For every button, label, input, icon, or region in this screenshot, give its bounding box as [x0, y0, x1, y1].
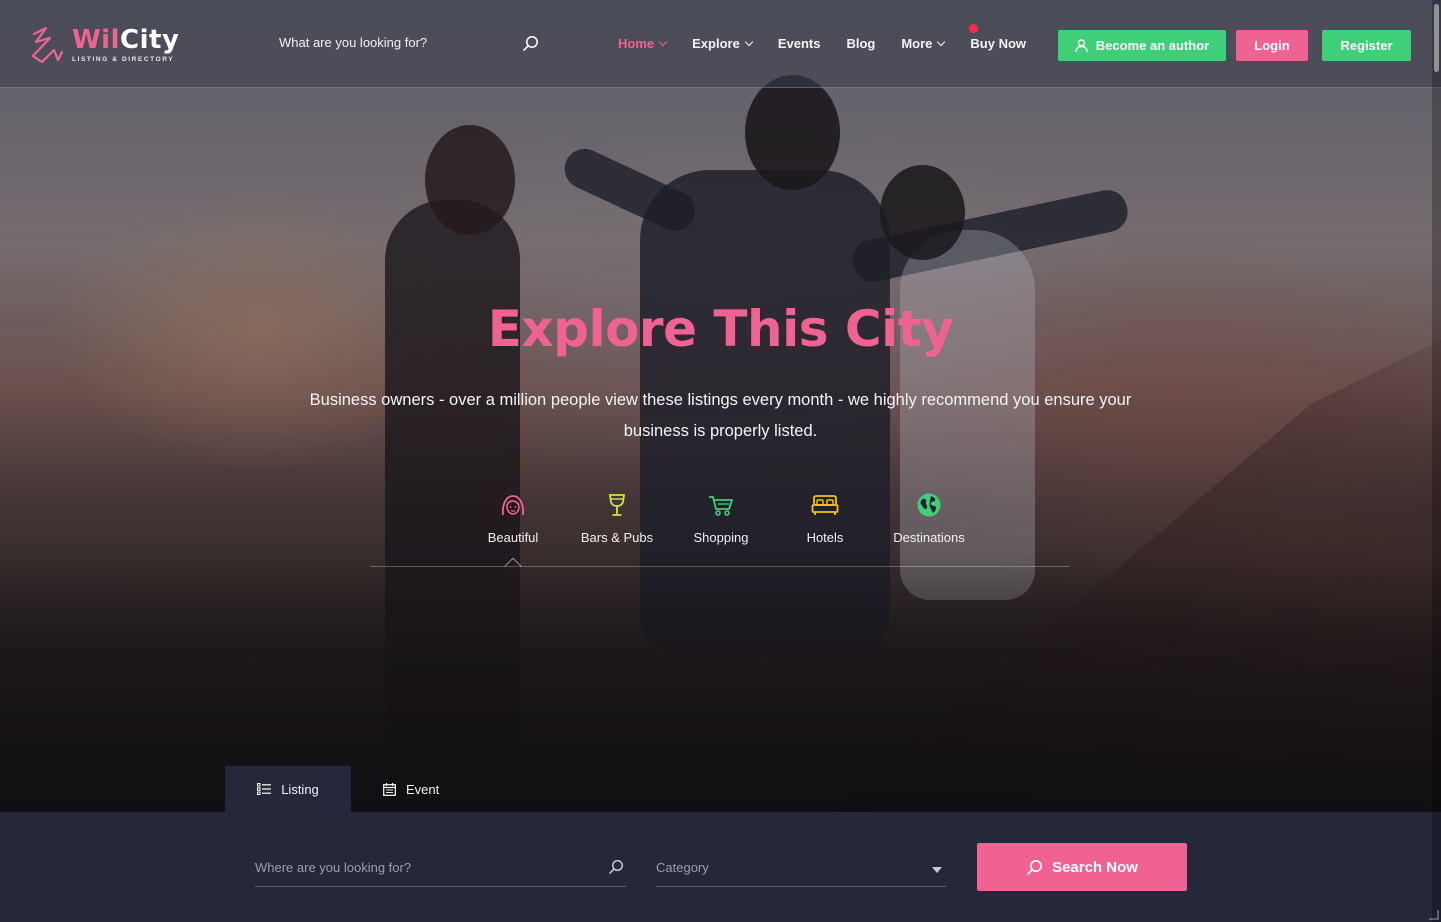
- login-label: Login: [1254, 38, 1290, 53]
- tab-listing[interactable]: Listing: [225, 766, 351, 812]
- become-author-button[interactable]: Become an author: [1058, 30, 1226, 61]
- category-shortcuts: Beautiful Bars & Pubs Shopping Hotels De…: [370, 492, 1070, 575]
- nav-item-blog[interactable]: Blog: [846, 36, 875, 51]
- category-label: Destinations: [893, 530, 965, 545]
- register-label: Register: [1340, 38, 1393, 53]
- nav-item-label: Events: [777, 36, 821, 51]
- nav-item-label: More: [901, 36, 933, 51]
- category-beautiful[interactable]: Beautiful: [463, 492, 563, 545]
- search-icon: [1027, 859, 1043, 875]
- tab-event[interactable]: Event: [383, 766, 439, 812]
- nav-item-explore[interactable]: Explore: [692, 36, 754, 51]
- category-shopping[interactable]: Shopping: [671, 492, 771, 545]
- globe-icon: [917, 493, 941, 517]
- resize-grip-icon[interactable]: [1429, 910, 1439, 920]
- search-icon[interactable]: [608, 859, 624, 875]
- search-now-label: Search Now: [1052, 858, 1138, 876]
- category-placeholder: Category: [656, 860, 709, 875]
- logo-name-part2: City: [120, 25, 180, 55]
- header-search-input[interactable]: What are you looking for?: [279, 34, 541, 56]
- hero-title: Explore This City: [487, 300, 954, 358]
- register-button[interactable]: Register: [1322, 30, 1411, 61]
- logo-text: WilCity LISTING & DIRECTORY: [72, 26, 179, 63]
- category-select[interactable]: Category: [656, 856, 946, 887]
- hero-subtitle: Business owners - over a million people …: [309, 391, 1132, 440]
- main-nav: Home Explore Events Blog More Buy Now: [618, 24, 1052, 51]
- site-header: WilCity LISTING & DIRECTORY What are you…: [0, 0, 1441, 88]
- wine-glass-icon: [608, 494, 626, 516]
- logo-name-part1: Wil: [72, 25, 121, 55]
- nav-item-label: Home: [618, 36, 655, 51]
- chevron-down-icon: [658, 37, 668, 46]
- nav-item-label: Buy Now: [970, 36, 1027, 51]
- caret-down-icon: [932, 867, 942, 873]
- page-scrollbar[interactable]: [1432, 0, 1441, 922]
- shopping-cart-icon: [709, 496, 733, 516]
- nav-item-label: Blog: [846, 36, 876, 51]
- location-search-input[interactable]: Where are you looking for?: [255, 856, 626, 887]
- category-label: Beautiful: [487, 530, 539, 545]
- scrollbar-thumb[interactable]: [1434, 4, 1439, 72]
- tab-label: Event: [406, 781, 440, 797]
- logo-tagline: LISTING & DIRECTORY: [72, 56, 175, 63]
- category-bars-pubs[interactable]: Bars & Pubs: [567, 492, 667, 545]
- category-label: Shopping: [693, 530, 749, 545]
- tab-label: Listing: [281, 781, 319, 797]
- site-logo[interactable]: WilCity LISTING & DIRECTORY: [30, 26, 179, 66]
- face-icon: [501, 495, 525, 516]
- bed-icon: [811, 495, 839, 515]
- category-label: Hotels: [806, 530, 844, 545]
- nav-item-home[interactable]: Home: [618, 36, 668, 51]
- category-hotels[interactable]: Hotels: [775, 492, 875, 545]
- search-now-button[interactable]: Search Now: [977, 843, 1187, 891]
- category-destinations[interactable]: Destinations: [879, 492, 979, 545]
- search-icon[interactable]: [522, 35, 539, 52]
- nav-item-buy-now[interactable]: Buy Now: [969, 24, 1027, 51]
- become-author-label: Become an author: [1095, 38, 1210, 53]
- location-placeholder: Where are you looking for?: [255, 860, 412, 875]
- logo-name: WilCity: [72, 26, 179, 54]
- category-label: Bars & Pubs: [580, 530, 654, 545]
- header-search-placeholder: What are you looking for?: [279, 35, 428, 50]
- nav-item-more[interactable]: More: [901, 36, 946, 51]
- nav-item-events[interactable]: Events: [778, 36, 821, 51]
- nav-item-label: Explore: [692, 36, 740, 51]
- login-button[interactable]: Login: [1236, 30, 1308, 61]
- chevron-down-icon: [937, 37, 946, 46]
- calendar-icon: [383, 782, 396, 796]
- search-panel: Where are you looking for? Category Sear…: [0, 812, 1441, 922]
- user-icon: [1075, 38, 1088, 52]
- list-icon: [257, 783, 272, 795]
- notification-dot: [969, 24, 979, 33]
- logo-mark-icon: [31, 26, 64, 64]
- chevron-down-icon: [744, 37, 754, 46]
